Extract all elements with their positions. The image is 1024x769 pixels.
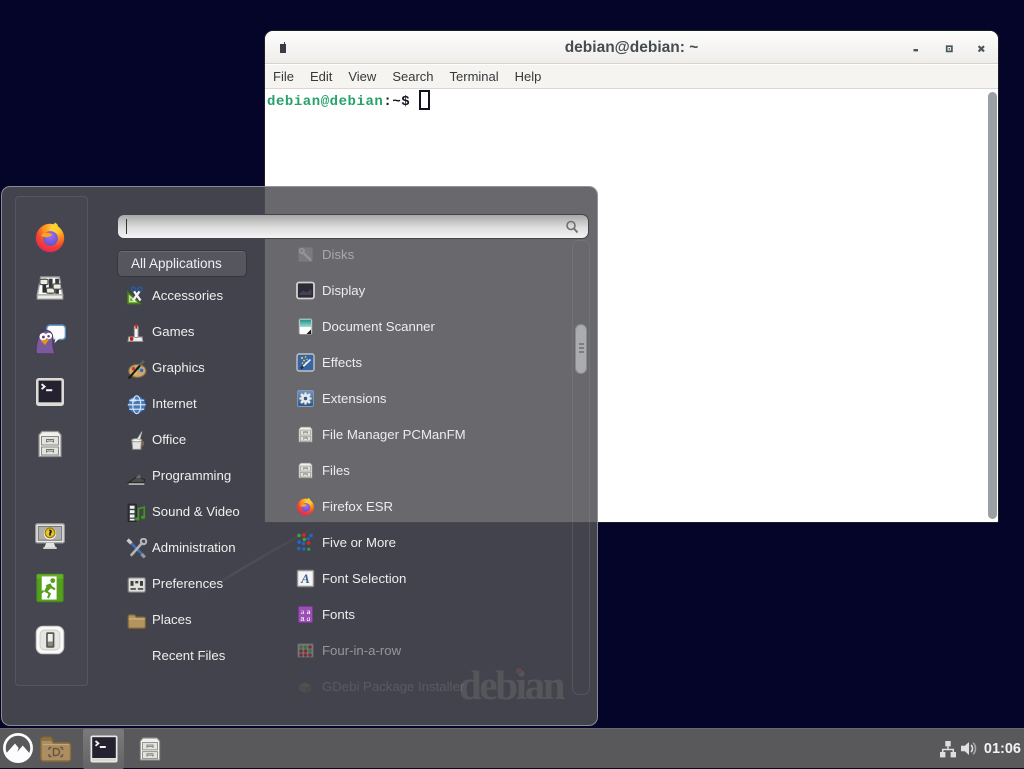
- svg-text:a: a: [307, 614, 311, 623]
- svg-text:A: A: [300, 571, 310, 586]
